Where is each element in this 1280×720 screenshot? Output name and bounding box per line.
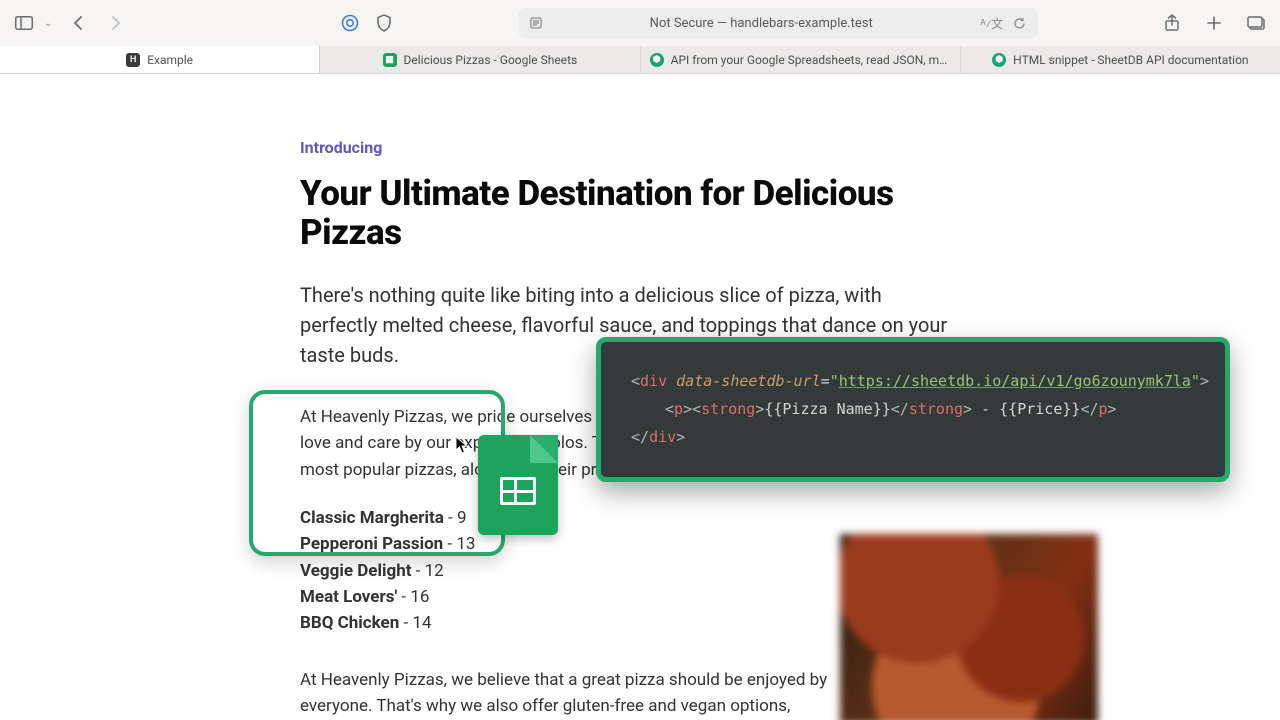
tab-label: API from your Google Spreadsheets, read … [671, 53, 951, 67]
paragraph: At Heavenly Pizzas, we believe that a gr… [300, 667, 830, 720]
back-button[interactable] [66, 11, 90, 35]
share-icon[interactable] [1160, 11, 1184, 35]
tab-sheets[interactable]: ▦ Delicious Pizzas - Google Sheets [320, 46, 640, 73]
address-bar[interactable]: Not Secure — handlebars-example.test ᴬ⁄文 [518, 8, 1038, 38]
code-snippet-overlay: <div data-sheetdb-url="https://sheetdb.i… [596, 337, 1230, 482]
tab-example[interactable]: H Example [0, 46, 320, 73]
code-line: </div> [631, 424, 1195, 452]
pizza-image [840, 534, 1098, 720]
tab-label: Delicious Pizzas - Google Sheets [404, 53, 578, 67]
highlight-box [249, 390, 505, 556]
address-text: Not Secure — handlebars-example.test [552, 16, 970, 31]
sheets-favicon-icon: ▦ [383, 53, 397, 67]
chevron-down-icon[interactable]: ⌄ [44, 18, 52, 29]
translate-icon[interactable]: ᴬ⁄文 [980, 15, 1003, 32]
new-tab-icon[interactable] [1202, 11, 1226, 35]
favicon-icon: ⬢ [650, 53, 664, 67]
code-line: <p><strong>{{Pizza Name}}</strong> - {{P… [631, 396, 1195, 424]
tab-api[interactable]: ⬢ API from your Google Spreadsheets, rea… [641, 46, 961, 73]
favicon-icon: ⬢ [992, 53, 1006, 67]
shield-icon[interactable] [372, 11, 396, 35]
tab-bar: H Example ▦ Delicious Pizzas - Google Sh… [0, 46, 1280, 74]
favicon-icon: H [126, 53, 140, 67]
tab-overview-icon[interactable] [1244, 11, 1268, 35]
reload-icon[interactable] [1013, 17, 1026, 30]
tab-label: Example [147, 53, 193, 67]
tab-docs[interactable]: ⬢ HTML snippet - SheetDB API documentati… [961, 46, 1280, 73]
browser-toolbar: ⌄ Not Secure — handlebars-example.test ᴬ… [0, 0, 1280, 46]
forward-button[interactable] [104, 11, 128, 35]
code-line: <div data-sheetdb-url="https://sheetdb.i… [631, 368, 1195, 396]
google-sheets-icon [478, 435, 558, 535]
page-title: Your Ultimate Destination for Delicious … [300, 175, 1000, 252]
sidebar-toggle-icon[interactable] [12, 11, 36, 35]
tab-label: HTML snippet - SheetDB API documentation [1013, 53, 1248, 67]
page-viewport[interactable]: Introducing Your Ultimate Destination fo… [0, 74, 1280, 720]
reader-icon [530, 17, 542, 29]
privacy-report-icon[interactable] [338, 11, 362, 35]
eyebrow: Introducing [300, 138, 1000, 157]
